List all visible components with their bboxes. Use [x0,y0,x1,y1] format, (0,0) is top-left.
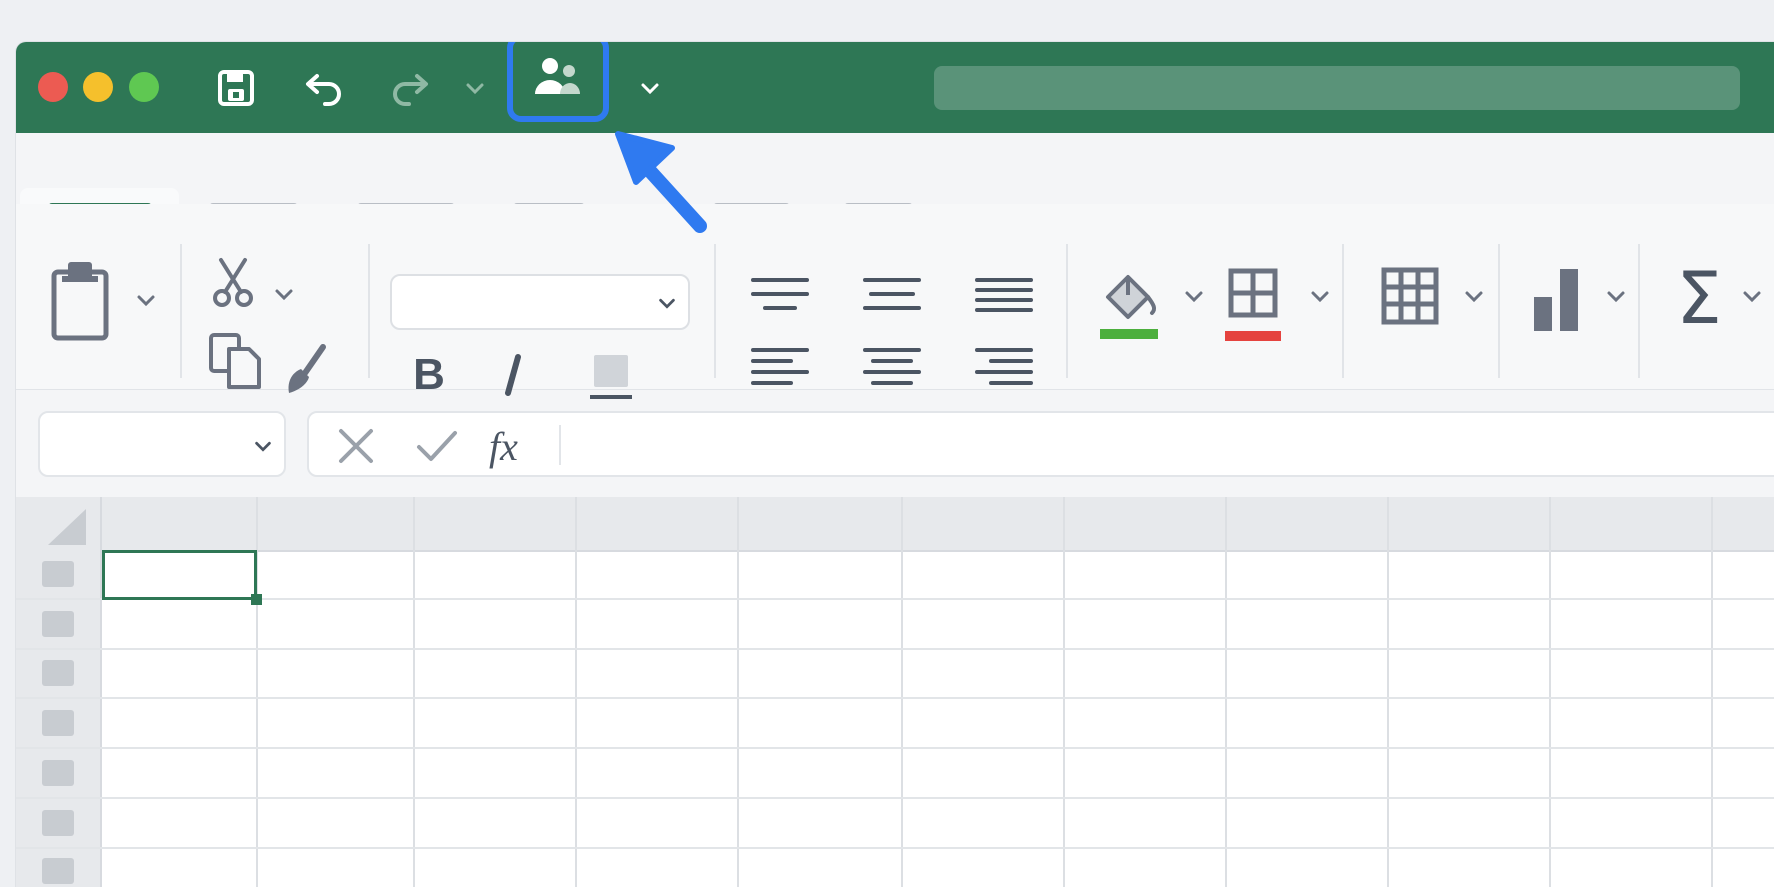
bold-icon[interactable]: B [406,350,452,400]
chart-dropdown-chevron-down-icon[interactable] [1604,284,1628,308]
select-all-corner[interactable] [44,507,88,547]
function-fx-icon[interactable]: fx [489,423,518,470]
align-middle-icon[interactable] [862,274,922,318]
search-bar[interactable] [934,66,1740,110]
share-people-icon [535,58,580,94]
chart-icon[interactable] [1528,266,1586,334]
align-right-icon[interactable] [974,344,1034,392]
align-bottom-icon[interactable] [974,274,1034,318]
name-box-chevron-down-icon [255,441,271,452]
cancel-x-icon[interactable] [337,427,375,465]
sum-dropdown-chevron-down-icon[interactable] [1740,284,1764,308]
row-header-2[interactable] [42,611,74,637]
fill-handle[interactable] [251,594,262,605]
clipboard-paste-icon[interactable] [46,256,116,344]
save-icon[interactable] [212,64,260,112]
redo-icon[interactable] [386,64,434,112]
cut-dropdown-chevron-down-icon[interactable] [272,282,296,306]
row-header-1[interactable] [42,561,74,587]
selected-cell[interactable] [102,550,257,600]
ribbon-toolbar: B Σ [16,204,1774,399]
font-name-dropdown[interactable] [390,274,690,330]
excel-window: B Σ fx [16,42,1774,887]
align-top-icon[interactable] [750,274,810,318]
italic-icon[interactable] [490,350,536,400]
borders-icon[interactable] [1222,266,1284,344]
name-box[interactable] [38,411,286,477]
align-left-icon[interactable] [750,344,810,392]
fill-dropdown-chevron-down-icon[interactable] [1182,284,1206,308]
row-header-6[interactable] [42,810,74,836]
formula-divider [559,425,561,465]
font-dropdown-chevron-down-icon [659,298,675,309]
underline-icon[interactable] [586,350,636,402]
zoom-window-button[interactable] [129,72,159,102]
paste-dropdown-chevron-down-icon[interactable] [134,288,158,312]
row-header-5[interactable] [42,760,74,786]
borders-dropdown-chevron-down-icon[interactable] [1308,284,1332,308]
formula-bar: fx [307,411,1774,477]
sum-icon[interactable]: Σ [1670,256,1728,340]
format-painter-icon[interactable] [282,342,332,396]
redo-dropdown-chevron-down-icon[interactable] [463,76,487,100]
share-dropdown-chevron-down-icon[interactable] [638,76,662,100]
title-bar [16,42,1774,133]
enter-check-icon[interactable] [415,427,459,465]
close-window-button[interactable] [38,72,68,102]
table-icon[interactable] [1378,264,1442,328]
spreadsheet-grid[interactable] [16,497,1774,887]
share-button[interactable] [507,42,609,122]
column-headers [16,497,1774,552]
minimize-window-button[interactable] [83,72,113,102]
row-header-3[interactable] [42,660,74,686]
row-header-4[interactable] [42,710,74,736]
cut-icon[interactable] [208,254,258,310]
copy-icon[interactable] [206,330,264,392]
align-center-icon[interactable] [862,344,922,392]
fill-color-icon[interactable] [1096,266,1166,342]
table-dropdown-chevron-down-icon[interactable] [1462,284,1486,308]
row-header-7[interactable] [42,858,74,884]
undo-icon[interactable] [300,64,348,112]
